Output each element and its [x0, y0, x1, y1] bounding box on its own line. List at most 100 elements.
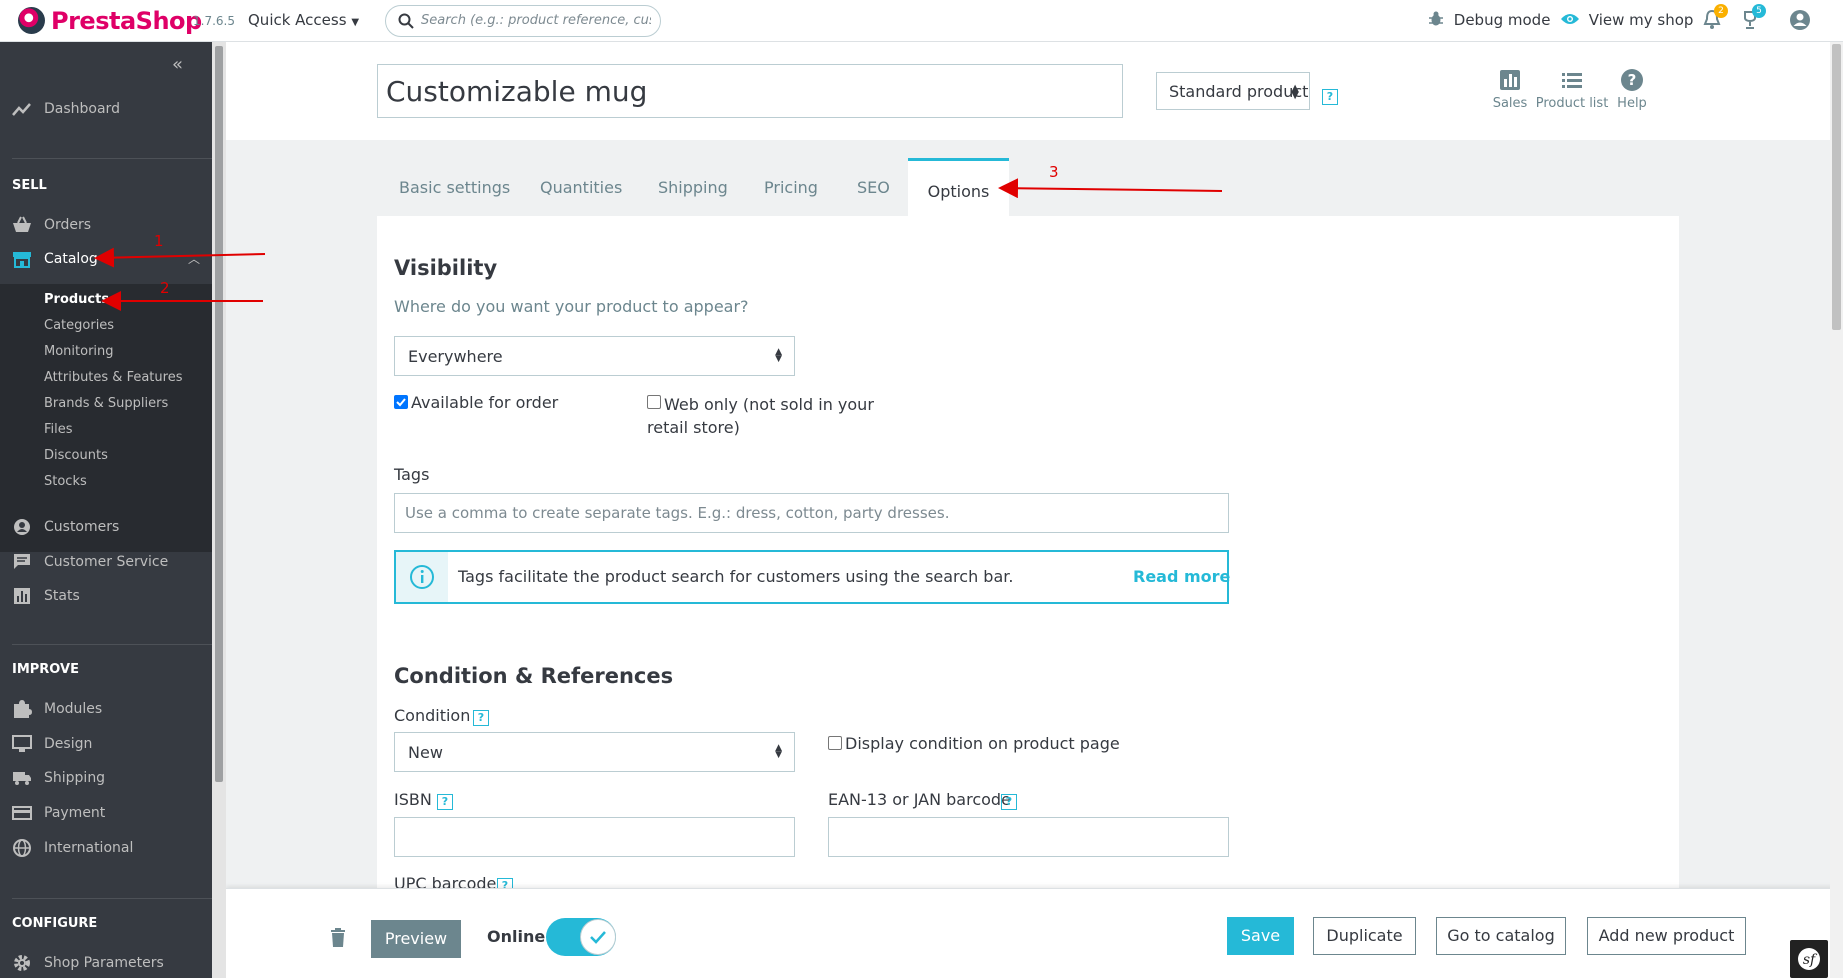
quick-access-label: Quick Access: [248, 11, 347, 29]
visibility-title: Visibility: [394, 256, 498, 280]
prestashop-logo-icon[interactable]: [18, 7, 45, 34]
ean-help-icon[interactable]: ?: [1001, 791, 1017, 810]
gear-icon: [14, 955, 30, 971]
sidebar-item-monitoring[interactable]: Monitoring: [44, 344, 114, 359]
tab-seo[interactable]: SEO: [857, 158, 890, 216]
sidebar-item-products[interactable]: Products: [44, 292, 109, 307]
select-caret-icon: ▲ ▼: [775, 743, 782, 760]
sales-button[interactable]: Sales: [1485, 68, 1535, 111]
search-placeholder: Search (e.g.: product reference, custome…: [421, 13, 651, 28]
display-condition-checkbox[interactable]: [828, 736, 842, 750]
tab-basic-settings[interactable]: Basic settings: [399, 158, 510, 216]
view-shop-link[interactable]: View my shop: [1560, 11, 1693, 29]
tags-label: Tags: [394, 465, 430, 484]
product-type-help-icon[interactable]: ?: [1322, 86, 1338, 105]
trash-icon: [331, 928, 345, 947]
sidebar-item-categories[interactable]: Categories: [44, 318, 114, 333]
store-icon: [13, 252, 31, 268]
tab-shipping[interactable]: Shipping: [658, 158, 728, 216]
credit-card-icon: [12, 806, 32, 820]
svg-text:?: ?: [1628, 71, 1637, 89]
debug-mode-link[interactable]: Debug mode: [1428, 11, 1550, 29]
quick-access-dropdown[interactable]: Quick Access ▼: [248, 11, 359, 29]
visibility-select[interactable]: Everywhere ▲ ▼: [394, 336, 795, 376]
help-button[interactable]: ? Help: [1612, 68, 1652, 111]
condition-select[interactable]: New ▲ ▼: [394, 732, 795, 772]
ean-input[interactable]: [828, 817, 1229, 857]
tab-quantities[interactable]: Quantities: [540, 158, 622, 216]
trophy-button[interactable]: 5: [1741, 4, 1766, 32]
sidebar-scrollbar-thumb[interactable]: [215, 46, 223, 782]
add-new-product-button[interactable]: Add new product: [1587, 917, 1746, 955]
collapse-sidebar-icon[interactable]: «: [172, 54, 183, 75]
select-caret-icon: ▲ ▼: [1291, 83, 1299, 101]
section-title-sell: SELL: [12, 178, 47, 193]
product-list-label: Product list: [1535, 96, 1609, 111]
bug-icon: [1429, 11, 1443, 26]
bar-chart-icon: [1500, 70, 1520, 90]
sidebar-item-discounts[interactable]: Discounts: [44, 448, 108, 463]
isbn-label: ISBN: [394, 790, 432, 809]
condition-help-icon[interactable]: ?: [473, 707, 489, 726]
search-input[interactable]: Search (e.g.: product reference, custome…: [385, 5, 661, 37]
sidebar-label: Orders: [44, 217, 92, 233]
tab-options[interactable]: Options: [908, 158, 1009, 216]
info-icon-area: [396, 552, 448, 602]
notifications-button[interactable]: 2: [1703, 4, 1728, 32]
preview-button[interactable]: Preview: [371, 920, 461, 958]
annotation-label-1: 1: [154, 232, 164, 250]
condition-label: Condition: [394, 706, 471, 725]
account-button[interactable]: [1789, 9, 1811, 35]
read-more-link[interactable]: Read more: [1133, 567, 1230, 586]
divider: [12, 644, 212, 645]
tags-input[interactable]: Use a comma to create separate tags. E.g…: [394, 493, 1229, 533]
main-scrollbar-thumb[interactable]: [1832, 44, 1841, 330]
annotation-label-3: 3: [1049, 163, 1059, 181]
sidebar-label: Stats: [44, 588, 80, 604]
section-title-improve: IMPROVE: [12, 662, 79, 677]
select-caret-icon: ▲ ▼: [775, 347, 782, 364]
view-shop-label: View my shop: [1588, 11, 1694, 29]
ean-label: EAN-13 or JAN barcode: [828, 790, 1011, 809]
globe-icon: [13, 839, 31, 857]
tab-pricing[interactable]: Pricing: [764, 158, 818, 216]
available-for-order-checkbox[interactable]: [394, 395, 408, 409]
help-circle-icon: ?: [1621, 69, 1643, 91]
divider: [12, 898, 212, 899]
sidebar-item-files[interactable]: Files: [44, 422, 73, 437]
divider: [12, 158, 212, 159]
bar-chart-icon: [14, 588, 30, 604]
sidebar-item-attributes[interactable]: Attributes & Features: [44, 370, 182, 385]
isbn-input[interactable]: [394, 817, 795, 857]
product-type-select[interactable]: Standard product ▲ ▼: [1156, 72, 1310, 110]
sales-label: Sales: [1492, 96, 1528, 111]
eye-icon: [1561, 14, 1579, 24]
search-icon: [398, 13, 414, 29]
product-list-button[interactable]: Product list: [1535, 68, 1609, 111]
sidebar-scrollbar[interactable]: [212, 42, 226, 978]
go-to-catalog-button[interactable]: Go to catalog: [1436, 917, 1566, 955]
sidebar-item-brands[interactable]: Brands & Suppliers: [44, 396, 168, 411]
online-toggle[interactable]: [546, 918, 616, 956]
tags-info-alert: Tags facilitate the product search for c…: [394, 550, 1230, 604]
notification-badge: 2: [1714, 4, 1728, 18]
puzzle-icon: [14, 700, 32, 718]
symfony-icon: sf: [1798, 948, 1820, 970]
symfony-debug-toolbar[interactable]: sf: [1790, 940, 1828, 978]
sidebar-label: Dashboard: [44, 101, 120, 117]
sidebar-item-stocks[interactable]: Stocks: [44, 474, 87, 489]
visibility-value: Everywhere: [408, 347, 503, 366]
sidebar: « Dashboard SELL Orders Catalog ︿ Produc…: [0, 42, 212, 978]
isbn-help-icon[interactable]: ?: [437, 791, 453, 810]
annotation-arrow-3: [998, 178, 1223, 199]
checkmark-icon: [396, 398, 406, 407]
logo-text[interactable]: PrestaShop: [51, 7, 202, 35]
main-scrollbar[interactable]: [1830, 42, 1843, 978]
duplicate-button[interactable]: Duplicate: [1313, 917, 1416, 955]
toggle-knob: [580, 919, 616, 955]
display-condition-label: Display condition on product page: [845, 734, 1120, 753]
save-button[interactable]: Save: [1227, 917, 1294, 955]
sidebar-label: Customer Service: [44, 554, 169, 570]
product-name-input[interactable]: Customizable mug: [377, 64, 1123, 118]
delete-button[interactable]: [330, 928, 346, 952]
